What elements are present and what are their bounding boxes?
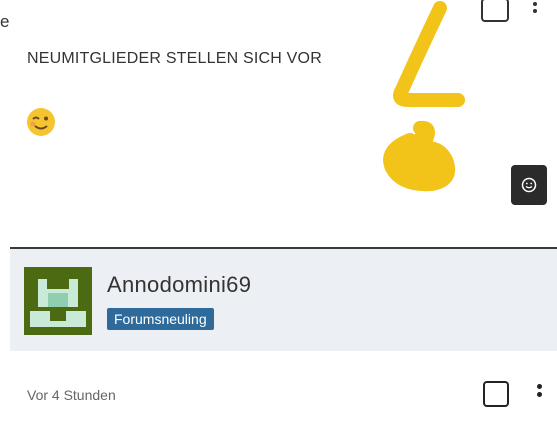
rank-badge: Forumsneuling (107, 308, 214, 330)
select-checkbox[interactable] (483, 381, 509, 407)
user-avatar[interactable] (24, 267, 92, 335)
post-content: NEUMITGLIEDER STELLEN SICH VOR (10, 0, 557, 247)
post-footer: Vor 4 Stunden (10, 351, 557, 423)
more-options-icon[interactable] (537, 384, 543, 404)
post-timestamp: Vor 4 Stunden (27, 387, 116, 403)
author-username[interactable]: Annodomini69 (107, 272, 251, 298)
emoji-picker-button[interactable] (511, 165, 547, 205)
post-heading: NEUMITGLIEDER STELLEN SICH VOR (27, 50, 322, 67)
author-info: Annodomini69 Forumsneuling (10, 249, 557, 351)
yellow-scribble-drawing (383, 1, 465, 192)
smiley-icon (521, 177, 537, 193)
wink-emoji-icon (27, 108, 55, 136)
forum-post: NEUMITGLIEDER STELLEN SICH VOR Annodomin… (10, 0, 557, 423)
more-options-icon-top[interactable] (533, 2, 539, 16)
stray-character: e (0, 12, 10, 31)
